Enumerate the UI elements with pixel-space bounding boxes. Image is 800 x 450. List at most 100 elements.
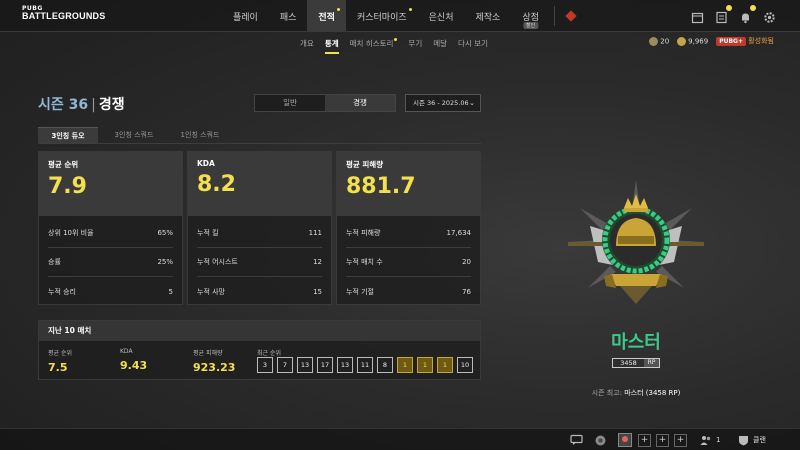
nav-label: 상점: [522, 12, 539, 23]
stat-label: 누적 매치 수: [346, 258, 383, 266]
notification-dot: [408, 8, 412, 11]
mission-badge: [726, 5, 732, 11]
nav-customize[interactable]: 커스터마이즈: [346, 0, 418, 32]
rank-box: 17: [317, 357, 333, 373]
rp-value: 3458: [620, 359, 637, 367]
bell-icon[interactable]: [739, 5, 756, 24]
stat-row: 상위 10위 비율 65%: [48, 219, 173, 248]
nav-pass[interactable]: 패스: [269, 0, 308, 32]
bp-icon: [677, 36, 687, 46]
card-header: 평균 피해량 881.7: [337, 152, 480, 216]
friends-button[interactable]: 1: [700, 433, 720, 447]
last10-value: 923.23: [193, 361, 236, 374]
stat-value: 76: [462, 287, 471, 296]
calendar-icon[interactable]: [691, 9, 704, 24]
rp-box: 3458 RP: [612, 358, 660, 368]
nav-label: 플레이: [233, 12, 258, 23]
season-label: 시즌 36: [38, 97, 89, 113]
rp-unit: RP: [644, 359, 659, 367]
plus-status[interactable]: PUBG+ 활성화됨: [716, 36, 774, 46]
tab-tpp-squad[interactable]: 3인칭 스쿼드: [104, 127, 164, 143]
friends-count: 1: [716, 436, 721, 444]
last10-label: 최근 순위: [257, 350, 281, 357]
g-coin-icon: [649, 36, 659, 46]
sale-badge: 할인: [523, 22, 539, 29]
gear-icon[interactable]: [763, 9, 776, 23]
rank-box-win: 1: [397, 357, 413, 373]
tab-fpp-squad[interactable]: 1인칭 스쿼드: [170, 127, 230, 143]
nav-career[interactable]: 전적: [307, 0, 346, 32]
stat-label: 누적 피해량: [346, 229, 381, 237]
stat-row: 누적 피해량 17,634: [346, 219, 471, 248]
chevron-down-icon: ⌄: [469, 99, 475, 107]
nav-store[interactable]: 상점 할인: [511, 0, 550, 32]
notification-dot: [394, 38, 398, 41]
title-divider: |: [91, 97, 96, 113]
subnav-stats[interactable]: 통계: [324, 38, 339, 54]
emote-wheel-icon[interactable]: [594, 433, 607, 447]
stat-label: 누적 사망: [197, 287, 225, 296]
rank-box: 11: [357, 357, 373, 373]
stat-value: 20: [462, 258, 471, 266]
avatar[interactable]: [618, 433, 632, 447]
mode-toggle: 일반 경쟁: [254, 94, 396, 112]
rank-box: 10: [457, 357, 473, 373]
season-select-value: 시즌 36 - 2025.06: [413, 99, 469, 107]
subnav-match-history[interactable]: 매치 히스토리: [350, 38, 398, 49]
mission-icon[interactable]: [715, 5, 732, 24]
season-best: 시즌 최고: 마스터 (3458 RP): [560, 388, 712, 398]
notification-dot: [336, 8, 340, 11]
tabs-underline: [38, 143, 481, 144]
clan-button[interactable]: 클랜: [738, 433, 766, 447]
mode-normal-button[interactable]: 일반: [255, 95, 325, 111]
nav-divider: [553, 6, 555, 26]
add-party-button[interactable]: +: [656, 433, 669, 447]
last10-value: 9.43: [120, 359, 148, 372]
alert-diamond-icon[interactable]: [565, 0, 577, 32]
plus-badge: PUBG+: [716, 37, 746, 46]
stat-value: 111: [308, 229, 322, 237]
rank-box-win: 1: [437, 357, 453, 373]
stat-value: 17,634: [446, 229, 472, 237]
clan-label: 클랜: [753, 436, 766, 444]
card-header: 평균 순위 7.9: [39, 152, 182, 216]
bp[interactable]: 9,969: [677, 36, 708, 46]
nav-play[interactable]: 플레이: [222, 0, 269, 32]
card-label: 평균 순위: [48, 160, 79, 169]
nav-hideout[interactable]: 은신처: [418, 0, 465, 32]
card-avg-damage: 평균 피해량 881.7 누적 피해량 17,634 누적 매치 수 20 누적 기…: [336, 151, 481, 305]
recent-ranks: 3 7 13 17 13 11 8 1 1 1 10: [257, 357, 473, 373]
pubg-logo[interactable]: PUBG BATTLEGROUNDS: [22, 6, 105, 21]
stat-row: 승률 25%: [48, 248, 173, 277]
nav-workshop[interactable]: 제작소: [465, 0, 512, 32]
add-party-button[interactable]: +: [674, 433, 687, 447]
last10-avg-rank: 평균 순위 7.5: [48, 348, 72, 374]
stat-row: 누적 사망 15: [197, 277, 322, 306]
rank-box-win: 1: [417, 357, 433, 373]
card-value: 8.2: [197, 172, 236, 197]
subnav-medals[interactable]: 메달: [433, 38, 447, 49]
subnav-replays[interactable]: 다시 보기: [458, 38, 488, 49]
g-coin[interactable]: 20: [649, 36, 669, 46]
sub-nav: 개요 통계 매치 히스토리 무기 메달 다시 보기: [300, 38, 488, 54]
stat-value: 25%: [157, 258, 173, 266]
tab-tpp-duo[interactable]: 3인칭 듀오: [38, 127, 98, 143]
chat-icon[interactable]: [570, 433, 583, 447]
stat-label: 상위 10위 비율: [48, 229, 94, 237]
mode-title: 경쟁: [98, 97, 125, 113]
last-10-matches: 지난 10 매치 평균 순위 7.5 KDA 9.43 평균 피해량 923.2…: [38, 320, 481, 380]
stat-label: 승률: [48, 258, 61, 266]
stat-value: 12: [313, 258, 322, 266]
last10-label: 평균 순위: [48, 350, 72, 357]
last10-kda: KDA 9.43: [120, 348, 147, 372]
add-party-button[interactable]: +: [638, 433, 651, 447]
last10-label: 평균 피해량: [193, 350, 223, 357]
season-select[interactable]: 시즌 36 - 2025.06 ⌄: [405, 94, 481, 112]
plus-status-text: 활성화됨: [748, 37, 774, 45]
nav-label: 전적: [318, 12, 335, 23]
subnav-weapons[interactable]: 무기: [408, 38, 422, 49]
subnav-overview[interactable]: 개요: [300, 38, 314, 49]
mode-ranked-button[interactable]: 경쟁: [325, 95, 395, 111]
main-nav: 플레이 패스 전적 커스터마이즈 은신처 제작소 상점 할인: [222, 0, 577, 32]
last10-value: 7.5: [48, 361, 68, 374]
